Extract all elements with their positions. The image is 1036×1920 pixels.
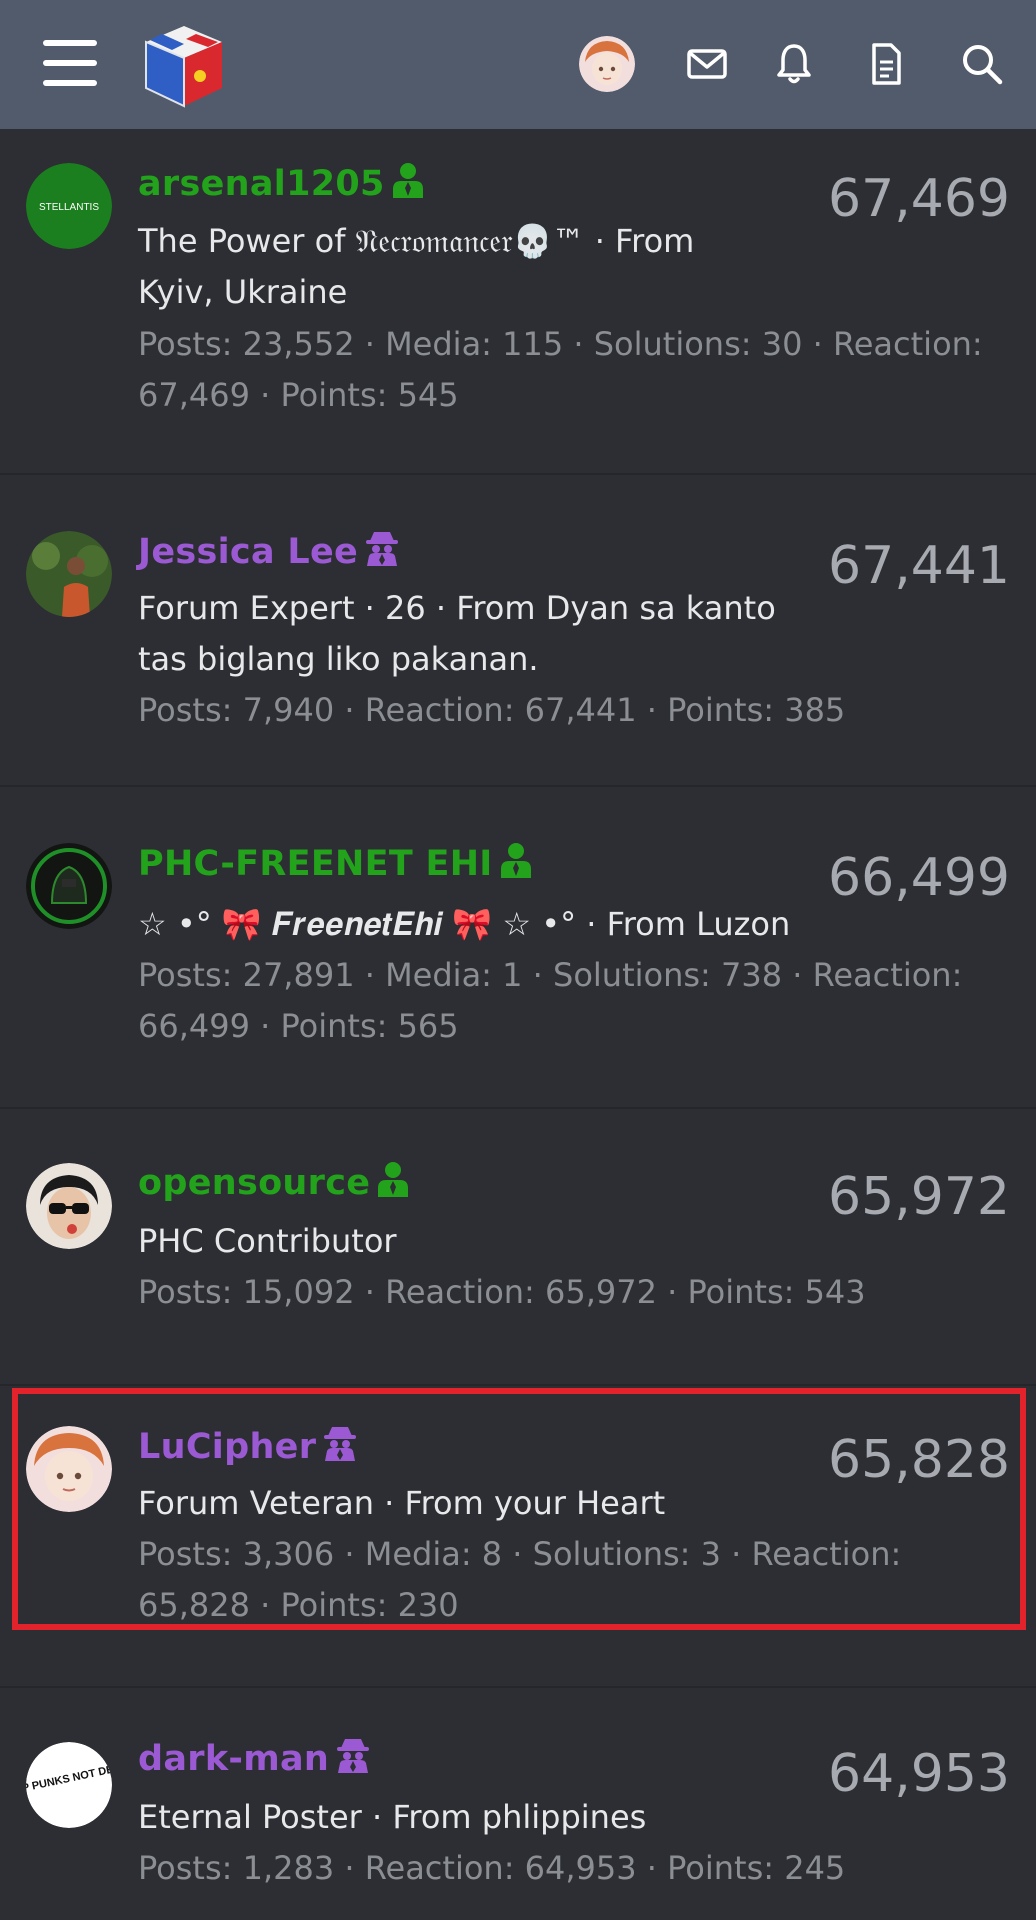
member-avatar[interactable]: STELLANTIS bbox=[26, 163, 112, 249]
member-stats: Posts: 1,283 · Reaction: 64,953 · Points… bbox=[138, 1849, 846, 1887]
member-title-location: ☆ •° 🎀 𝑭𝒓𝒆𝒆𝒏𝒆𝒕𝑬𝒉𝒊 🎀 ☆ •° · From Luzon bbox=[138, 905, 791, 943]
member-avatar[interactable] bbox=[26, 843, 112, 929]
member-row[interactable]: PHC-FREENET EHI 66,499 ☆ •° 🎀 𝑭𝒓𝒆𝒆𝒏𝒆𝒕𝑬𝒉𝒊… bbox=[0, 787, 1036, 1107]
member-row[interactable]: POP PUNKS NOT DEAD dark-man 64,953 Etern… bbox=[0, 1688, 1036, 1920]
member-title-location: Forum Expert · 26 · From Dyan sa kanto t… bbox=[138, 589, 776, 678]
member-name[interactable]: PHC-FREENET EHI bbox=[138, 841, 533, 888]
reaction-score: 67,441 bbox=[828, 536, 1010, 596]
reaction-score: 65,972 bbox=[828, 1167, 1010, 1227]
member-stats: Posts: 7,940 · Reaction: 67,441 · Points… bbox=[138, 691, 846, 729]
bell-icon[interactable] bbox=[770, 40, 818, 88]
hamburger-icon[interactable] bbox=[43, 40, 97, 86]
member-row[interactable]: opensource 65,972 PHC Contributor Posts:… bbox=[0, 1109, 1036, 1384]
search-icon[interactable] bbox=[958, 40, 1006, 88]
member-name[interactable]: Jessica Lee bbox=[138, 529, 400, 576]
member-row[interactable]: LuCipher 65,828 Forum Veteran · From you… bbox=[0, 1386, 1036, 1686]
member-name[interactable]: arsenal1205 bbox=[138, 161, 425, 208]
member-avatar[interactable] bbox=[26, 1163, 112, 1249]
spy-badge-icon bbox=[335, 1736, 371, 1783]
user-badge-icon bbox=[499, 841, 533, 888]
member-title-location: Forum Veteran · From your Heart bbox=[138, 1484, 666, 1522]
member-stats: Posts: 23,552 · Media: 115 · Solutions: … bbox=[138, 325, 983, 414]
member-name[interactable]: dark-man bbox=[138, 1736, 371, 1783]
member-avatar[interactable]: POP PUNKS NOT DEAD bbox=[26, 1742, 112, 1828]
member-stats: Posts: 3,306 · Media: 8 · Solutions: 3 ·… bbox=[138, 1535, 902, 1624]
member-avatar[interactable] bbox=[26, 1426, 112, 1512]
member-row[interactable]: STELLANTIS arsenal1205 67,469 The Power … bbox=[0, 129, 1036, 473]
member-row[interactable]: Jessica Lee 67,441 Forum Expert · 26 · F… bbox=[0, 475, 1036, 785]
svg-text:STELLANTIS: STELLANTIS bbox=[39, 202, 99, 213]
member-avatar[interactable] bbox=[26, 531, 112, 617]
top-nav-bar bbox=[0, 0, 1036, 129]
spy-badge-icon bbox=[364, 529, 400, 576]
spy-badge-icon bbox=[322, 1424, 358, 1471]
member-title-location: PHC Contributor bbox=[138, 1222, 397, 1260]
document-icon[interactable] bbox=[862, 40, 910, 88]
reaction-score: 64,953 bbox=[828, 1744, 1010, 1804]
cube-logo[interactable] bbox=[138, 20, 230, 112]
user-avatar[interactable] bbox=[579, 36, 635, 92]
user-badge-icon bbox=[391, 161, 425, 208]
user-badge-icon bbox=[376, 1160, 410, 1207]
member-name[interactable]: LuCipher bbox=[138, 1424, 358, 1471]
member-title-location: Eternal Poster · From phlippines bbox=[138, 1798, 647, 1836]
member-title-location: The Power of 𝔑𝔢𝔠𝔯𝔬𝔪𝔞𝔫𝔠𝔢𝔯💀™ · From Kyiv, … bbox=[138, 222, 695, 311]
reaction-score: 67,469 bbox=[828, 169, 1010, 229]
member-stats: Posts: 15,092 · Reaction: 65,972 · Point… bbox=[138, 1273, 866, 1311]
mail-icon[interactable] bbox=[683, 40, 731, 88]
member-stats: Posts: 27,891 · Media: 1 · Solutions: 73… bbox=[138, 956, 963, 1045]
member-name[interactable]: opensource bbox=[138, 1160, 410, 1207]
reaction-score: 65,828 bbox=[828, 1430, 1010, 1490]
